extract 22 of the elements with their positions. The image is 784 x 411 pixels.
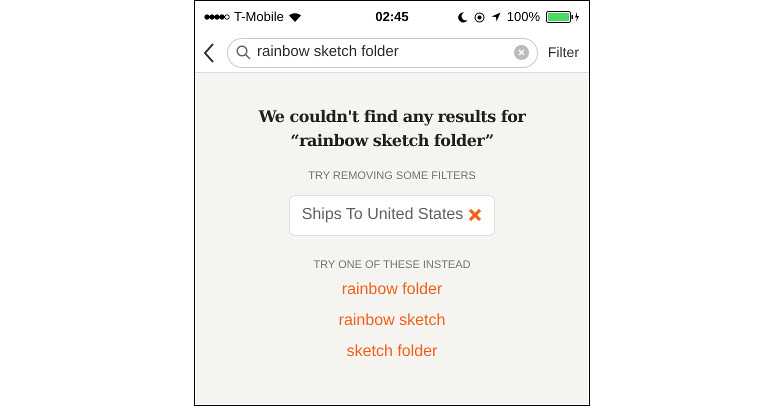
suggestions-heading: TRY ONE OF THESE INSTEAD: [313, 258, 471, 272]
status-time: 02:45: [375, 8, 409, 26]
battery-percent: 100%: [506, 8, 540, 26]
wifi-icon: [288, 12, 302, 22]
filters-heading: TRY REMOVING SOME FILTERS: [308, 169, 476, 184]
battery-charging-icon: [546, 11, 580, 23]
close-icon: [518, 49, 525, 56]
no-results-title: We couldn't find any results for “rainbow sketch folder”: [258, 106, 526, 152]
suggestion-link[interactable]: rainbow folder: [342, 279, 442, 301]
location-arrow-icon: [490, 12, 501, 22]
moon-icon: [458, 12, 468, 22]
signal-icon: [204, 14, 230, 20]
filter-button[interactable]: Filter: [548, 42, 581, 63]
suggestion-link[interactable]: rainbow sketch: [338, 310, 446, 332]
filter-chip[interactable]: Ships To United States: [288, 194, 496, 236]
remove-icon: [468, 208, 482, 222]
search-icon: [236, 45, 251, 60]
search-bar[interactable]: rainbow sketch folder: [227, 38, 538, 68]
carrier-name: T-Mobile: [234, 8, 284, 26]
search-field[interactable]: rainbow sketch folder: [257, 41, 508, 64]
suggestion-link[interactable]: sketch folder: [346, 341, 438, 363]
rotation-lock-icon: [474, 12, 485, 22]
